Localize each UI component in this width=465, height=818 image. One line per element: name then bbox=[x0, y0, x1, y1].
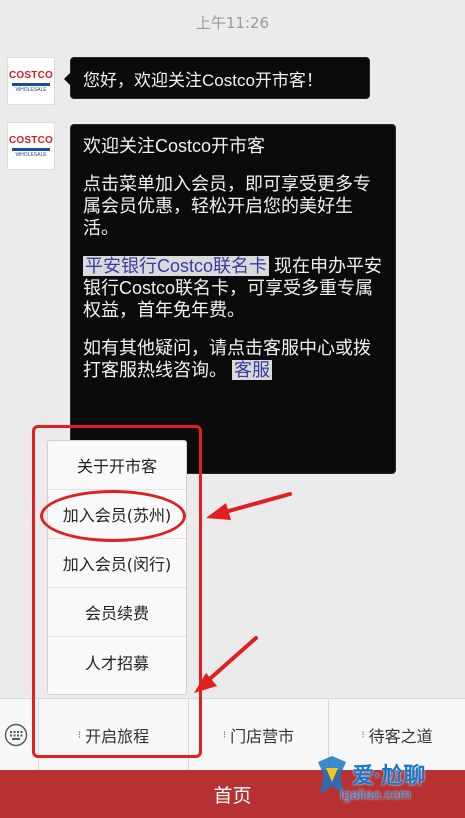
avatar-logo-text: COSTCO bbox=[9, 69, 53, 81]
message-bubble-1[interactable]: 您好，欢迎关注Costco开市客！ bbox=[64, 57, 370, 99]
message-2-line-1: 欢迎关注Costco开市客 bbox=[83, 136, 266, 156]
message-1-text: 您好，欢迎关注Costco开市客！ bbox=[83, 71, 323, 90]
submenu-item-careers[interactable]: 人才招募 bbox=[48, 637, 186, 686]
avatar-logo-text: COSTCO bbox=[9, 134, 53, 146]
submenu-item-renew[interactable]: 会员续费 bbox=[48, 588, 186, 637]
avatar-logo-bar bbox=[12, 147, 50, 151]
costco-avatar[interactable]: COSTCO WHOLESALE bbox=[7, 57, 55, 105]
submenu-popup: 关于开市客 加入会员(苏州) 加入会员(闵行) 会员续费 人才招募 bbox=[47, 440, 187, 695]
keyboard-icon[interactable] bbox=[4, 723, 28, 747]
arrow-to-menu bbox=[194, 636, 258, 693]
submenu-item-about[interactable]: 关于开市客 bbox=[48, 441, 186, 490]
menu-tab-label: 开启旅程 bbox=[85, 727, 150, 746]
home-label: 首页 bbox=[213, 784, 252, 807]
message-2-line-3: 平安银行Costco联名卡 现在申办平安银行Costco联名卡，可享受多重专属权… bbox=[83, 255, 383, 321]
message-2-line-2: 点击菜单加入会员，即可享受更多专属会员优惠，轻松开启您的美好生活。 bbox=[83, 174, 371, 238]
message-2-line-4-text: 如有其他疑问，请点击客服中心或拨打客服热线咨询。 bbox=[83, 338, 371, 380]
arrow-to-join-suzhou bbox=[206, 492, 292, 520]
menu-dots-icon: ⁝ bbox=[77, 729, 82, 741]
menu-tab-hospitality[interactable]: ⁝ 待客之道 bbox=[328, 699, 465, 771]
message-2-line-4: 如有其他疑问，请点击客服中心或拨打客服热线咨询。 客服 bbox=[83, 337, 383, 381]
menu-tab-store[interactable]: ⁝ 门店营市 bbox=[188, 699, 328, 771]
chat-screen: 上午11:26 COSTCO WHOLESALE 您好，欢迎关注Costco开市… bbox=[0, 0, 465, 818]
menu-tab-label: 门店营市 bbox=[230, 727, 295, 746]
customer-service-link[interactable]: 客服 bbox=[232, 360, 273, 380]
avatar-logo-sub: WHOLESALE bbox=[15, 86, 47, 93]
avatar-logo-sub: WHOLESALE bbox=[15, 151, 47, 158]
avatar-logo-bar bbox=[12, 82, 50, 86]
home-button[interactable]: 首页 bbox=[0, 770, 465, 818]
submenu-item-join-suzhou[interactable]: 加入会员(苏州) bbox=[48, 490, 186, 539]
menu-tab-label: 待客之道 bbox=[368, 727, 433, 746]
message-bubble-2[interactable]: 欢迎关注Costco开市客 点击菜单加入会员，即可享受更多专属会员优惠，轻松开启… bbox=[70, 124, 396, 474]
submenu-item-join-minhang[interactable]: 加入会员(闵行) bbox=[48, 539, 186, 588]
bottom-menu-bar: ⁝ 开启旅程 ⁝ 门店营市 ⁝ 待客之道 bbox=[0, 698, 465, 771]
menu-dots-icon: ⁝ bbox=[361, 729, 365, 741]
costco-avatar[interactable]: COSTCO WHOLESALE bbox=[7, 122, 55, 170]
cobrand-card-link[interactable]: 平安银行Costco联名卡 bbox=[83, 256, 270, 276]
status-time: 上午11:26 bbox=[195, 14, 270, 32]
menu-tab-start-journey[interactable]: ⁝ 开启旅程 bbox=[38, 699, 188, 771]
menu-dots-icon: ⁝ bbox=[222, 729, 227, 741]
